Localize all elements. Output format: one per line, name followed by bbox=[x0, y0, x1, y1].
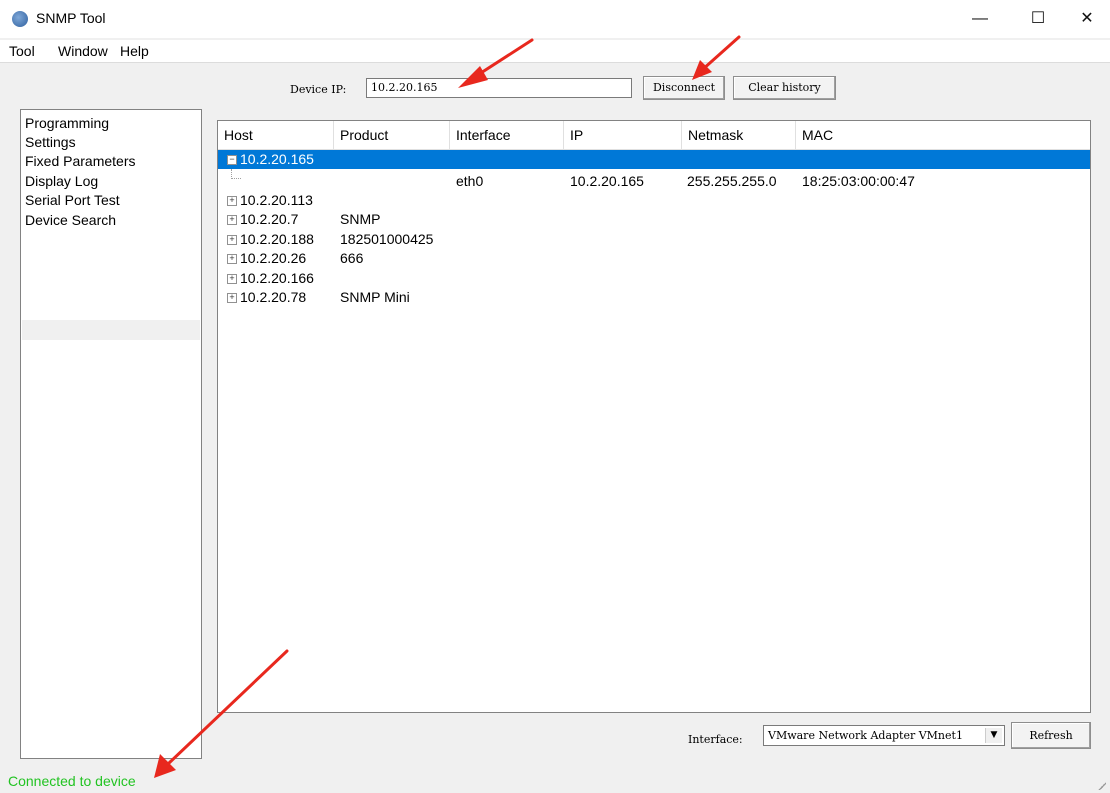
interface-select-value: VMware Network Adapter VMnet1 bbox=[768, 729, 963, 742]
row-host: 10.2.20.78 bbox=[240, 289, 307, 305]
column-header-ip[interactable]: IP bbox=[564, 121, 682, 149]
sidebar: Programming Settings Fixed Parameters Di… bbox=[20, 109, 202, 759]
expand-icon[interactable]: + bbox=[227, 235, 237, 245]
row-host: 10.2.20.165 bbox=[240, 151, 314, 167]
clear-history-button[interactable]: Clear history bbox=[733, 76, 836, 100]
table-row[interactable]: − 10.2.20.165 bbox=[218, 150, 1090, 169]
table-row[interactable]: + 10.2.20.113 bbox=[218, 191, 1090, 210]
sidebar-item-fixed-parameters[interactable]: Fixed Parameters bbox=[25, 152, 135, 170]
table-row[interactable]: + 10.2.20.78 SNMP Mini bbox=[218, 288, 1090, 307]
status-text: Connected to device bbox=[8, 773, 136, 789]
table-row[interactable]: + 10.2.20.166 bbox=[218, 269, 1090, 288]
collapse-icon[interactable]: − bbox=[227, 155, 237, 165]
row-host: 10.2.20.113 bbox=[240, 192, 313, 208]
sidebar-item-programming[interactable]: Programming bbox=[25, 114, 109, 132]
title-bar: SNMP Tool — ☐ ✕ bbox=[0, 0, 1110, 38]
column-header-host[interactable]: Host bbox=[218, 121, 334, 149]
device-ip-label: Device IP: bbox=[290, 83, 347, 96]
refresh-button[interactable]: Refresh bbox=[1011, 722, 1091, 749]
menu-separator bbox=[0, 62, 1110, 63]
column-header-mac[interactable]: MAC bbox=[796, 121, 1090, 149]
column-header-interface[interactable]: Interface bbox=[450, 121, 564, 149]
sidebar-item-settings[interactable]: Settings bbox=[25, 133, 76, 151]
device-ip-input[interactable]: 10.2.20.165 bbox=[366, 78, 632, 98]
row-product: 666 bbox=[340, 250, 364, 266]
device-tree-view[interactable]: Host Product Interface IP Netmask MAC − … bbox=[217, 120, 1091, 713]
menu-help[interactable]: Help bbox=[120, 43, 149, 59]
row-host: 10.2.20.166 bbox=[240, 270, 314, 286]
row-host: 10.2.20.188 bbox=[240, 231, 314, 247]
expand-icon[interactable]: + bbox=[227, 274, 237, 284]
table-row[interactable]: + 10.2.20.26 666 bbox=[218, 249, 1090, 268]
disconnect-button[interactable]: Disconnect bbox=[643, 76, 725, 100]
sidebar-selection-highlight bbox=[22, 320, 200, 340]
row-interface: eth0 bbox=[456, 173, 484, 189]
table-row[interactable]: + 10.2.20.188 182501000425 bbox=[218, 230, 1090, 249]
expand-icon[interactable]: + bbox=[227, 215, 237, 225]
interface-select[interactable]: VMware Network Adapter VMnet1 ▼ bbox=[763, 725, 1005, 746]
row-ip: 10.2.20.165 bbox=[570, 173, 644, 189]
expand-icon[interactable]: + bbox=[227, 293, 237, 303]
row-host: 10.2.20.26 bbox=[240, 250, 307, 266]
menu-bar: Tool Window Help bbox=[0, 40, 1110, 62]
row-product: SNMP Mini bbox=[340, 289, 410, 305]
menu-tool[interactable]: Tool bbox=[9, 43, 35, 59]
maximize-button[interactable]: ☐ bbox=[1015, 0, 1061, 38]
expand-icon[interactable]: + bbox=[227, 196, 237, 206]
row-product: 182501000425 bbox=[340, 231, 434, 247]
row-product: SNMP bbox=[340, 211, 381, 227]
table-row[interactable]: + 10.2.20.7 SNMP bbox=[218, 210, 1090, 229]
minimize-button[interactable]: — bbox=[957, 0, 1003, 38]
table-row-child[interactable]: eth0 10.2.20.165 255.255.255.0 18:25:03:… bbox=[218, 172, 1090, 191]
window-title: SNMP Tool bbox=[36, 10, 106, 26]
expand-icon[interactable]: + bbox=[227, 254, 237, 264]
sidebar-item-serial-port-test[interactable]: Serial Port Test bbox=[25, 191, 120, 209]
resize-grip-icon[interactable] bbox=[1096, 780, 1106, 790]
sidebar-item-device-search[interactable]: Device Search bbox=[25, 211, 116, 229]
row-netmask: 255.255.255.0 bbox=[687, 173, 777, 189]
menu-window[interactable]: Window bbox=[58, 43, 108, 59]
app-icon bbox=[12, 11, 28, 27]
sidebar-item-display-log[interactable]: Display Log bbox=[25, 172, 98, 190]
column-header-netmask[interactable]: Netmask bbox=[682, 121, 796, 149]
close-button[interactable]: ✕ bbox=[1064, 0, 1110, 38]
chevron-down-icon[interactable]: ▼ bbox=[985, 728, 1002, 743]
row-host: 10.2.20.7 bbox=[240, 211, 299, 227]
tree-header: Host Product Interface IP Netmask MAC bbox=[218, 121, 1090, 150]
row-mac: 18:25:03:00:00:47 bbox=[802, 173, 915, 189]
column-header-product[interactable]: Product bbox=[334, 121, 450, 149]
interface-label: Interface: bbox=[688, 733, 743, 746]
